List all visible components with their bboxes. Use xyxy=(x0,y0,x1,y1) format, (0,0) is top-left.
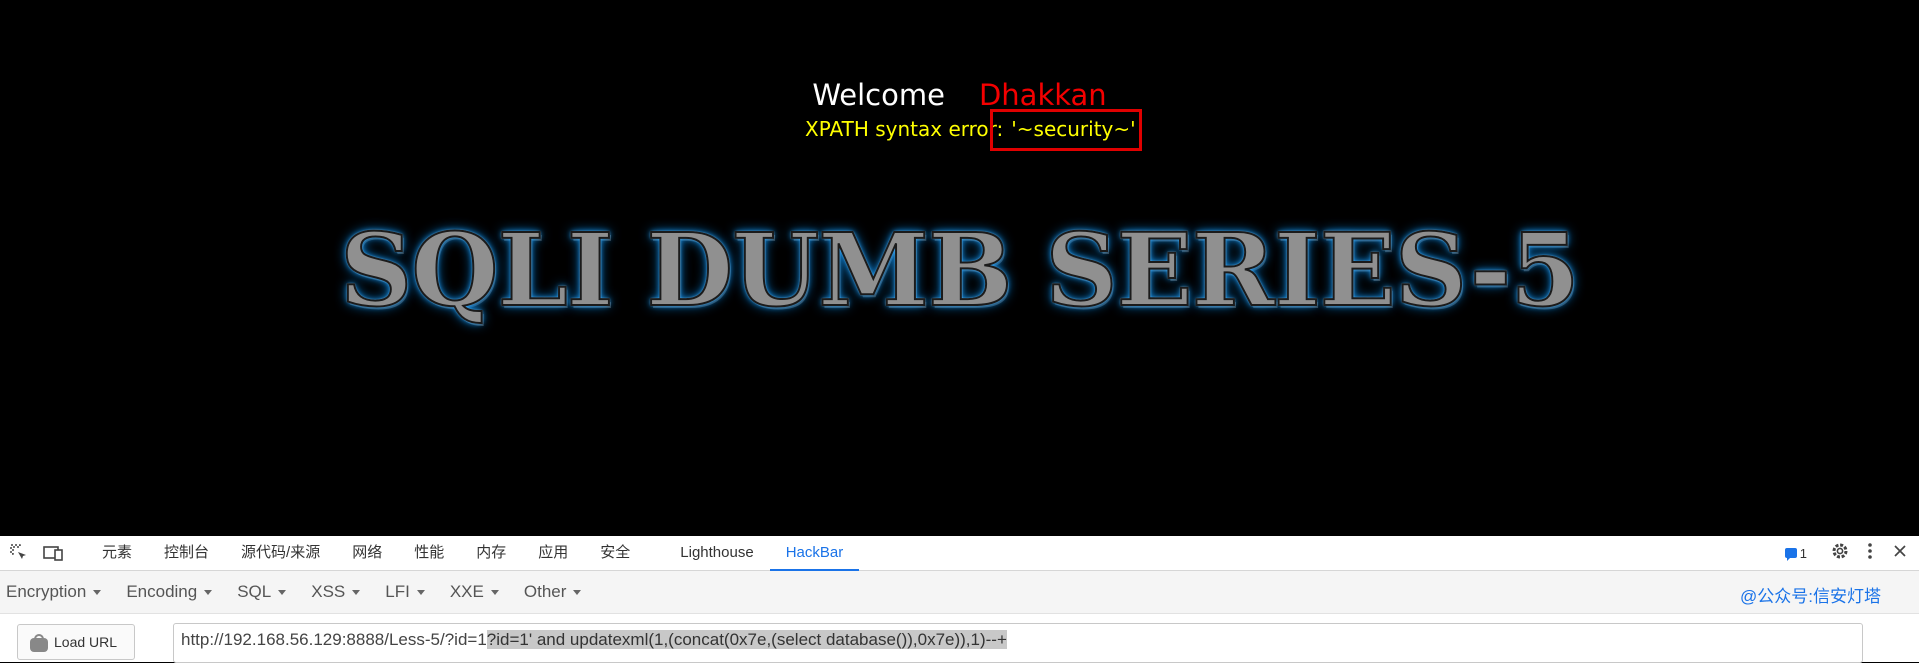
issues-icon xyxy=(1784,548,1797,561)
tab-console[interactable]: 控制台 xyxy=(148,536,225,570)
menu-xxe[interactable]: XXE xyxy=(450,582,499,602)
banner-title: SQLI DUMB SERIES-5 xyxy=(0,205,1919,335)
load-url-label: Load URL xyxy=(54,634,118,650)
issues-count: 1 xyxy=(1799,545,1807,561)
devtools-tabs: 元素 控制台 源代码/来源 网络 性能 内存 应用 安全 Lighthouse … xyxy=(86,536,860,571)
gear-icon xyxy=(1830,541,1850,566)
caret-down-icon xyxy=(278,590,287,596)
banner-title-text: SQLI DUMB SERIES-5 xyxy=(339,210,1581,330)
caret-down-icon xyxy=(93,590,102,596)
tab-memory[interactable]: 内存 xyxy=(460,536,522,570)
close-devtools-button[interactable] xyxy=(1885,538,1915,568)
close-icon xyxy=(1893,544,1907,563)
tab-security[interactable]: 安全 xyxy=(584,536,646,570)
user-name: Dhakkan xyxy=(978,78,1107,112)
watermark-text: @公众号:信安灯塔 xyxy=(1740,587,1881,606)
url-text: http://192.168.56.129:8888/Less-5/?id=1 xyxy=(181,630,487,649)
tab-application[interactable]: 应用 xyxy=(522,536,584,570)
menu-sql[interactable]: SQL xyxy=(237,582,287,602)
menu-lfi-label: LFI xyxy=(385,582,410,601)
menu-encryption-label: Encryption xyxy=(6,582,87,601)
devtools-panel: 元素 控制台 源代码/来源 网络 性能 内存 应用 安全 Lighthouse … xyxy=(0,536,1919,663)
menu-encoding[interactable]: Encoding xyxy=(126,582,213,602)
more-vertical-icon xyxy=(1867,542,1873,565)
tab-sources[interactable]: 源代码/来源 xyxy=(225,536,336,570)
hackbar-menus: Encryption Encoding SQL XSS LFI XXE Othe… xyxy=(6,571,606,613)
caret-down-icon xyxy=(352,590,361,596)
caret-down-icon xyxy=(416,590,425,596)
url-selected-text: ?id=1' and updatexml(1,(concat(0x7e,(sel… xyxy=(486,630,1007,649)
tab-performance[interactable]: 性能 xyxy=(398,536,460,570)
devtools-actions: 1 xyxy=(1784,536,1919,570)
caret-down-icon xyxy=(204,590,213,596)
welcome-line: Welcome Dhakkan xyxy=(0,78,1919,112)
tab-lighthouse[interactable]: Lighthouse xyxy=(664,536,769,570)
load-url-icon xyxy=(30,634,48,652)
tab-elements[interactable]: 元素 xyxy=(86,536,148,570)
device-toolbar-icon[interactable] xyxy=(43,543,63,563)
menu-xss[interactable]: XSS xyxy=(311,582,361,602)
devtools-tabbar: 元素 控制台 源代码/来源 网络 性能 内存 应用 安全 Lighthouse … xyxy=(0,536,1919,571)
tab-network[interactable]: 网络 xyxy=(336,536,398,570)
inspect-element-icon[interactable] xyxy=(9,543,29,563)
more-options-button[interactable] xyxy=(1855,538,1885,568)
caret-down-icon xyxy=(573,590,582,596)
url-input[interactable]: http://192.168.56.129:8888/Less-5/?id=1?… xyxy=(173,623,1863,663)
menu-other[interactable]: Other xyxy=(524,582,582,602)
settings-button[interactable] xyxy=(1825,538,1855,568)
tab-hackbar[interactable]: HackBar xyxy=(769,536,860,571)
caret-down-icon xyxy=(490,590,499,596)
hackbar-menubar: Encryption Encoding SQL XSS LFI XXE Othe… xyxy=(0,571,1919,614)
menu-xxe-label: XXE xyxy=(449,582,484,601)
menu-other-label: Other xyxy=(523,582,567,601)
page-viewport: Welcome Dhakkan XPATH syntax error: '~secu… xyxy=(0,0,1919,536)
load-url-button[interactable]: Load URL xyxy=(17,624,135,660)
annotation-highlight-box xyxy=(990,109,1142,151)
menu-xss-label: XSS xyxy=(311,582,346,601)
hackbar-body: Load URL http://192.168.56.129:8888/Less… xyxy=(0,614,1919,663)
error-label: XPATH syntax error: xyxy=(805,117,1004,141)
menu-encoding-label: Encoding xyxy=(126,582,198,601)
welcome-text: Welcome xyxy=(812,78,945,112)
issues-counter[interactable]: 1 xyxy=(1784,545,1807,561)
menu-encryption[interactable]: Encryption xyxy=(6,582,102,602)
menu-lfi[interactable]: LFI xyxy=(385,582,425,602)
menu-sql-label: SQL xyxy=(237,582,272,601)
